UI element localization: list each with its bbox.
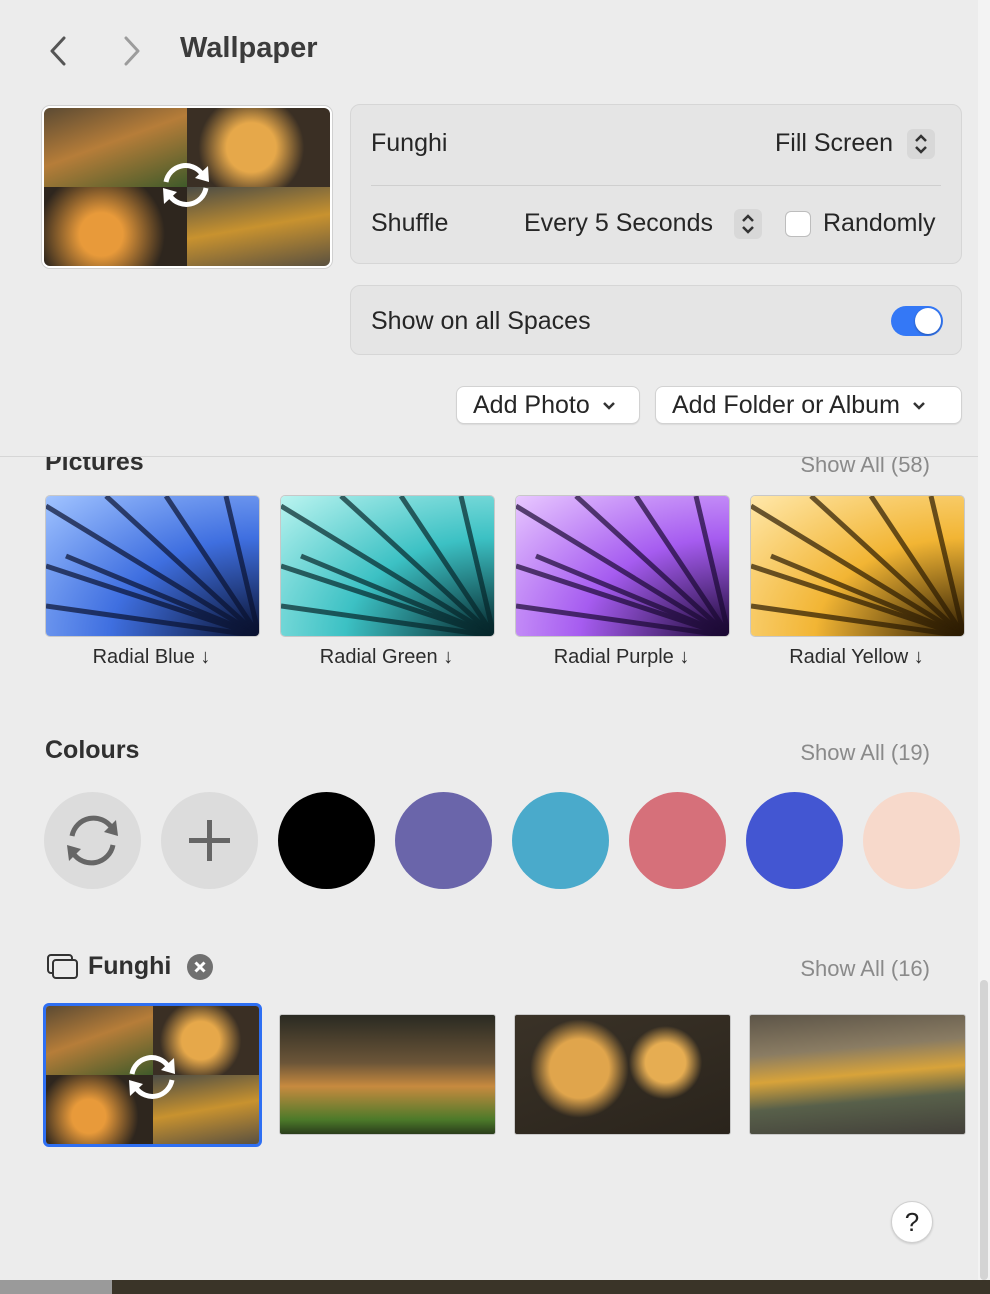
radial-yellow-label: Radial Yellow ↓	[789, 646, 924, 668]
wallpaper-window: Pictures Show All (58) Radial Blue ↓ Rad…	[0, 0, 979, 1280]
chevron-down-icon	[602, 402, 615, 411]
add-photo-button[interactable]: Add Photo	[456, 386, 640, 424]
chevron-up-down-icon	[742, 214, 754, 234]
settings-divider	[371, 185, 941, 186]
colour-swatch-peach[interactable]	[863, 792, 960, 889]
wallpaper-header: Wallpaper Funghi Fill Screen Shuffle Eve…	[0, 0, 978, 457]
remove-album-button[interactable]	[187, 954, 213, 980]
add-colour-button[interactable]	[161, 792, 258, 889]
forward-button[interactable]	[116, 34, 146, 68]
radial-green-label: Radial Green ↓	[319, 646, 454, 668]
funghi-shuffle-tile[interactable]	[43, 1003, 262, 1147]
album-icon	[47, 954, 78, 979]
close-icon	[194, 961, 206, 973]
chevron-right-icon	[124, 36, 140, 66]
rotate-icon	[67, 815, 118, 866]
wallpaper-settings-card: Funghi Fill Screen Shuffle Every 5 Secon…	[350, 104, 962, 264]
add-folder-button[interactable]: Add Folder or Album	[655, 386, 962, 424]
randomly-checkbox[interactable]	[785, 211, 811, 237]
funghi-title: Funghi	[88, 952, 172, 980]
auto-colour-button[interactable]	[44, 792, 141, 889]
scrollbar[interactable]	[980, 980, 988, 1280]
shuffle-interval-select[interactable]: Every 5 Seconds	[524, 209, 713, 238]
radial-blue-label: Radial Blue ↓	[92, 646, 211, 668]
funghi-photo-1[interactable]	[279, 1014, 496, 1135]
funghi-photo-2[interactable]	[514, 1014, 731, 1135]
funghi-show-all[interactable]: Show All (16)	[700, 956, 930, 982]
colour-swatch-pink[interactable]	[629, 792, 726, 889]
colours-show-all[interactable]: Show All (19)	[700, 740, 930, 766]
plus-icon	[189, 820, 230, 861]
shuffle-interval-stepper[interactable]	[734, 209, 762, 239]
colours-title: Colours	[45, 736, 140, 764]
wallpaper-name: Funghi	[371, 129, 448, 157]
chevron-up-down-icon	[915, 134, 927, 154]
fit-stepper[interactable]	[907, 129, 935, 159]
back-button[interactable]	[44, 34, 74, 68]
shuffle-label: Shuffle	[371, 209, 449, 237]
radial-purple-label: Radial Purple ↓	[553, 646, 690, 668]
help-button[interactable]: ?	[891, 1201, 933, 1243]
wallpaper-radial-blue[interactable]	[45, 495, 260, 637]
wallpaper-radial-green[interactable]	[280, 495, 495, 637]
desktop-background	[0, 1280, 990, 1294]
chevron-left-icon	[50, 36, 66, 66]
colour-swatch-black[interactable]	[278, 792, 375, 889]
show-all-spaces-toggle[interactable]	[891, 306, 943, 336]
colour-swatch-purple[interactable]	[395, 792, 492, 889]
shuffle-icon	[129, 1055, 175, 1099]
funghi-photo-3[interactable]	[749, 1014, 966, 1135]
page-title: Wallpaper	[180, 32, 318, 64]
wallpaper-radial-purple[interactable]	[515, 495, 730, 637]
fit-select[interactable]: Fill Screen	[775, 129, 893, 158]
shuffle-icon	[163, 163, 209, 207]
current-wallpaper-preview	[42, 106, 332, 268]
chevron-down-icon	[913, 402, 925, 411]
randomly-label: Randomly	[823, 209, 936, 237]
add-folder-label: Add Folder or Album	[672, 391, 900, 419]
colour-swatch-teal[interactable]	[512, 792, 609, 889]
add-photo-label: Add Photo	[473, 391, 590, 419]
show-all-spaces-label: Show on all Spaces	[371, 307, 591, 335]
wallpaper-radial-yellow[interactable]	[750, 495, 965, 637]
colour-swatch-blue[interactable]	[746, 792, 843, 889]
spaces-card: Show on all Spaces	[350, 285, 962, 355]
